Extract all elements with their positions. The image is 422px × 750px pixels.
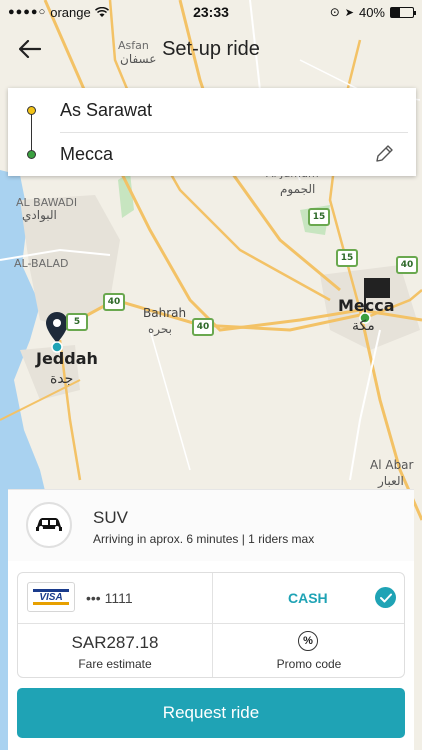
origin-pin-icon: [46, 312, 68, 353]
route-shield-40: 40: [396, 256, 418, 274]
cash-payment-option[interactable]: CASH: [212, 573, 406, 623]
vehicle-eta: Arriving in aprox. 6 minutes | 1 riders …: [93, 532, 315, 546]
map-label-mecca: Mecca: [338, 296, 395, 315]
back-arrow-icon: [19, 40, 41, 58]
route-card: As Sarawat Mecca: [8, 88, 416, 176]
edit-destination-button[interactable]: [372, 142, 396, 166]
vehicle-name: SUV: [93, 508, 128, 527]
carrier-name: orange: [50, 4, 91, 20]
route-shield-15: 15: [336, 249, 358, 267]
battery-level: [391, 7, 400, 17]
dropoff-location: Mecca: [60, 143, 114, 164]
route-shield-40: 40: [192, 318, 214, 336]
status-left: ●●●●○ orange: [8, 5, 109, 20]
dropoff-field[interactable]: Mecca: [8, 132, 416, 176]
fare-estimate: SAR287.18 Fare estimate: [18, 624, 212, 679]
map-label-al-abar: Al Abar: [370, 458, 414, 472]
header: Set-up ride: [0, 30, 422, 68]
route-shield-5: 5: [66, 313, 88, 331]
page-title: Set-up ride: [162, 37, 260, 60]
cash-label: CASH: [288, 590, 328, 606]
map-label-al-abar-ar: العبار: [378, 474, 404, 488]
rotation-lock-icon: ⊙: [329, 5, 340, 19]
map-label-jeddah-ar: جدة: [50, 371, 74, 387]
card-brand: VISA: [33, 589, 69, 605]
promo-label: Promo code: [276, 657, 342, 671]
battery-percent: 40%: [358, 4, 385, 20]
fare-label: Fare estimate: [78, 657, 152, 671]
pickup-location: As Sarawat: [60, 99, 153, 120]
map-label-bahrah: Bahrah: [143, 306, 187, 320]
payment-box: VISA ••• 1111 CASH SAR287.18 Fare estima…: [17, 572, 405, 678]
fare-amount: SAR287.18: [71, 633, 159, 652]
map-label-mecca-ar: مكة: [352, 318, 375, 334]
map-label-al-balad: AL-BALAD: [14, 257, 69, 270]
battery-icon: [390, 6, 416, 18]
map-label-al-jumum-ar: الجموم: [280, 182, 316, 196]
location-arrow-icon: ➤: [344, 6, 354, 19]
map-label-jeddah: Jeddah: [36, 349, 98, 368]
back-button[interactable]: [14, 34, 46, 64]
route-shield-15: 15: [308, 208, 330, 226]
vehicle-panel[interactable]: SUV Arriving in aprox. 6 minutes | 1 rid…: [8, 489, 414, 561]
card-payment-option[interactable]: VISA ••• 1111: [18, 573, 212, 623]
pencil-icon: [376, 145, 393, 162]
request-ride-button[interactable]: Request ride: [17, 688, 405, 738]
wifi-icon: [94, 6, 109, 17]
route-shield-40: 40: [103, 293, 125, 311]
percent-icon: %: [298, 631, 318, 651]
map-label-al-bawadi-ar: البوادي: [22, 208, 57, 222]
status-right: ⊙ ➤ 40%: [329, 4, 416, 20]
pickup-field[interactable]: As Sarawat: [8, 88, 416, 132]
card-number-masked: ••• 1111: [86, 590, 133, 606]
car-icon: [26, 502, 72, 548]
visa-card-icon: VISA: [27, 582, 75, 612]
status-bar: ●●●●○ orange 23:33 ⊙ ➤ 40%: [0, 0, 422, 24]
promo-code-button[interactable]: % Promo code: [212, 624, 406, 679]
signal-icon: ●●●●○: [8, 6, 47, 18]
check-icon: [375, 587, 396, 608]
map-label-bahrah-ar: بحره: [148, 322, 172, 336]
